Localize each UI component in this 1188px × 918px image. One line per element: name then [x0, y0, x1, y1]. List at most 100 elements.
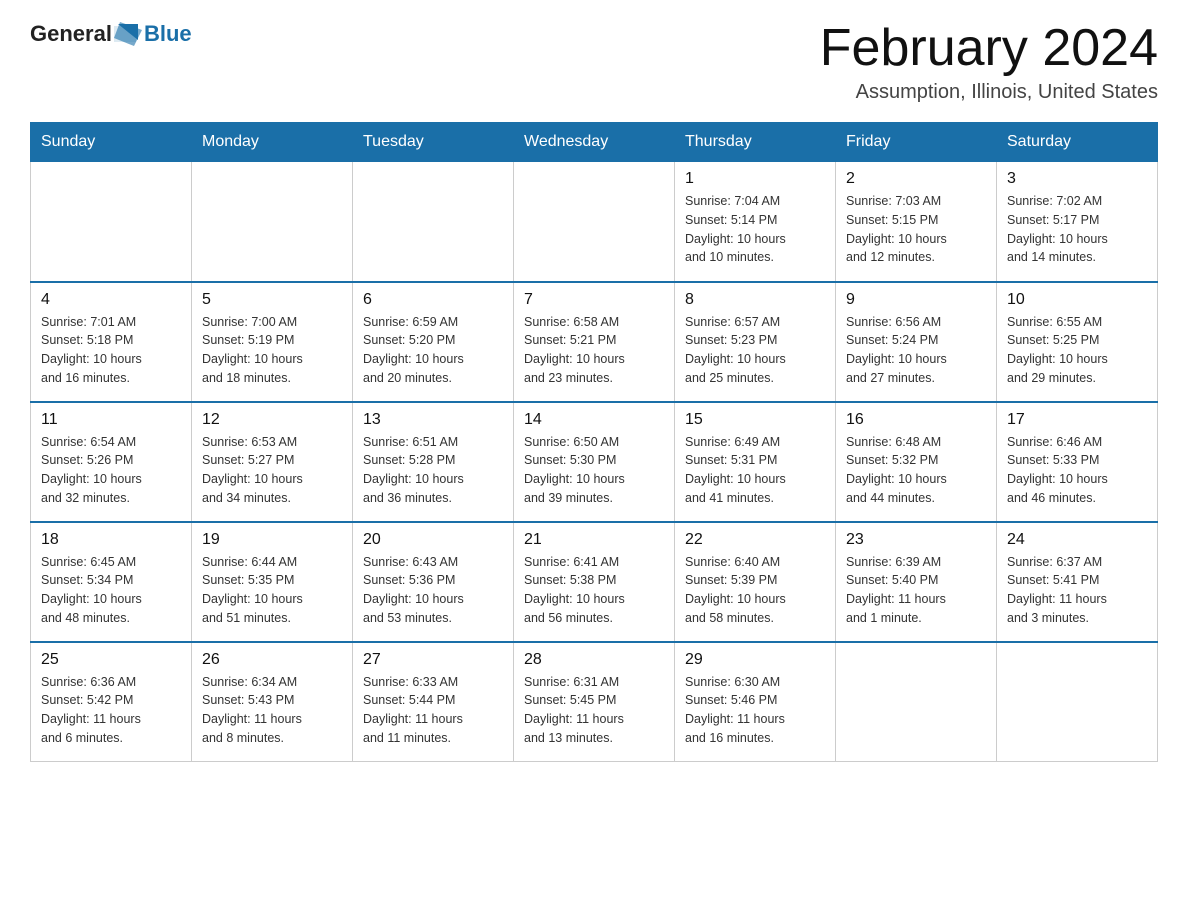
day-number: 16: [846, 411, 986, 429]
day-number: 25: [41, 651, 181, 669]
day-number: 22: [685, 531, 825, 549]
table-row: 24 Sunrise: 6:37 AMSunset: 5:41 PMDayligh…: [997, 522, 1158, 642]
table-row: [514, 162, 675, 282]
day-number: 27: [363, 651, 503, 669]
day-number: 19: [202, 531, 342, 549]
calendar-week-row: 4Sunrise: 7:01 AMSunset: 5:18 PMDaylight…: [31, 282, 1158, 402]
table-row: 22 Sunrise: 6:40 AMSunset: 5:39 PMDayligh…: [675, 522, 836, 642]
day-info: Sunrise: 6:30 AMSunset: 5:46 PMDaylight:…: [685, 673, 825, 748]
day-number: 4: [41, 291, 181, 309]
day-number: 17: [1007, 411, 1147, 429]
table-row: 21Sunrise: 6:41 AMSunset: 5:38 PMDayligh…: [514, 522, 675, 642]
table-row: [997, 642, 1158, 762]
day-info: Sunrise: 6:37 AMSunset: 5:41 PMDaylight:…: [1007, 553, 1147, 628]
table-row: [353, 162, 514, 282]
calendar-week-row: 11 Sunrise: 6:54 AMSunset: 5:26 PMDayligh…: [31, 402, 1158, 522]
table-row: 2 Sunrise: 7:03 AMSunset: 5:15 PMDaylight…: [836, 162, 997, 282]
table-row: 6 Sunrise: 6:59 AMSunset: 5:20 PMDaylight…: [353, 282, 514, 402]
table-row: 7 Sunrise: 6:58 AMSunset: 5:21 PMDaylight…: [514, 282, 675, 402]
day-info: Sunrise: 6:58 AMSunset: 5:21 PMDaylight:…: [524, 313, 664, 388]
table-row: [192, 162, 353, 282]
table-row: 28 Sunrise: 6:31 AMSunset: 5:45 PMDayligh…: [514, 642, 675, 762]
day-info: Sunrise: 6:40 AMSunset: 5:39 PMDaylight:…: [685, 553, 825, 628]
day-number: 20: [363, 531, 503, 549]
day-info: Sunrise: 6:41 AMSunset: 5:38 PMDaylight:…: [524, 553, 664, 628]
logo-icon: [114, 20, 142, 48]
day-number: 9: [846, 291, 986, 309]
table-row: 14 Sunrise: 6:50 AMSunset: 5:30 PMDayligh…: [514, 402, 675, 522]
day-number: 7: [524, 291, 664, 309]
day-info: Sunrise: 6:59 AMSunset: 5:20 PMDaylight:…: [363, 313, 503, 388]
table-row: 16 Sunrise: 6:48 AMSunset: 5:32 PMDayligh…: [836, 402, 997, 522]
day-number: 23: [846, 531, 986, 549]
page-header: General Blue February 2024 Assumption, I…: [30, 20, 1158, 104]
day-info: Sunrise: 6:31 AMSunset: 5:45 PMDaylight:…: [524, 673, 664, 748]
day-info: Sunrise: 6:54 AMSunset: 5:26 PMDaylight:…: [41, 433, 181, 508]
calendar-week-row: 25 Sunrise: 6:36 AMSunset: 5:42 PMDayligh…: [31, 642, 1158, 762]
table-row: 17 Sunrise: 6:46 AMSunset: 5:33 PMDayligh…: [997, 402, 1158, 522]
day-number: 29: [685, 651, 825, 669]
day-info: Sunrise: 6:33 AMSunset: 5:44 PMDaylight:…: [363, 673, 503, 748]
day-number: 6: [363, 291, 503, 309]
table-row: 29 Sunrise: 6:30 AMSunset: 5:46 PMDayligh…: [675, 642, 836, 762]
table-row: 23 Sunrise: 6:39 AMSunset: 5:40 PMDayligh…: [836, 522, 997, 642]
day-info: Sunrise: 6:39 AMSunset: 5:40 PMDaylight:…: [846, 553, 986, 628]
day-info: Sunrise: 7:03 AMSunset: 5:15 PMDaylight:…: [846, 192, 986, 267]
table-row: 4Sunrise: 7:01 AMSunset: 5:18 PMDaylight…: [31, 282, 192, 402]
table-row: 9 Sunrise: 6:56 AMSunset: 5:24 PMDaylight…: [836, 282, 997, 402]
day-number: 15: [685, 411, 825, 429]
col-thursday: Thursday: [675, 123, 836, 162]
day-info: Sunrise: 6:48 AMSunset: 5:32 PMDaylight:…: [846, 433, 986, 508]
day-number: 10: [1007, 291, 1147, 309]
day-info: Sunrise: 7:00 AMSunset: 5:19 PMDaylight:…: [202, 313, 342, 388]
day-info: Sunrise: 6:36 AMSunset: 5:42 PMDaylight:…: [41, 673, 181, 748]
col-friday: Friday: [836, 123, 997, 162]
day-info: Sunrise: 6:45 AMSunset: 5:34 PMDaylight:…: [41, 553, 181, 628]
table-row: 19 Sunrise: 6:44 AMSunset: 5:35 PMDayligh…: [192, 522, 353, 642]
day-number: 1: [685, 170, 825, 188]
day-number: 18: [41, 531, 181, 549]
col-monday: Monday: [192, 123, 353, 162]
col-sunday: Sunday: [31, 123, 192, 162]
day-number: 11: [41, 411, 181, 429]
col-saturday: Saturday: [997, 123, 1158, 162]
day-info: Sunrise: 7:02 AMSunset: 5:17 PMDaylight:…: [1007, 192, 1147, 267]
table-row: 8 Sunrise: 6:57 AMSunset: 5:23 PMDaylight…: [675, 282, 836, 402]
calendar-week-row: 1 Sunrise: 7:04 AMSunset: 5:14 PMDaylight…: [31, 162, 1158, 282]
col-tuesday: Tuesday: [353, 123, 514, 162]
day-number: 14: [524, 411, 664, 429]
day-info: Sunrise: 6:44 AMSunset: 5:35 PMDaylight:…: [202, 553, 342, 628]
logo-text-general: General: [30, 21, 112, 47]
day-info: Sunrise: 6:51 AMSunset: 5:28 PMDaylight:…: [363, 433, 503, 508]
day-info: Sunrise: 6:46 AMSunset: 5:33 PMDaylight:…: [1007, 433, 1147, 508]
table-row: 3Sunrise: 7:02 AMSunset: 5:17 PMDaylight…: [997, 162, 1158, 282]
table-row: [836, 642, 997, 762]
day-number: 28: [524, 651, 664, 669]
day-info: Sunrise: 7:04 AMSunset: 5:14 PMDaylight:…: [685, 192, 825, 267]
logo-text-blue: Blue: [144, 21, 192, 47]
day-info: Sunrise: 6:53 AMSunset: 5:27 PMDaylight:…: [202, 433, 342, 508]
table-row: 15 Sunrise: 6:49 AMSunset: 5:31 PMDayligh…: [675, 402, 836, 522]
table-row: 20 Sunrise: 6:43 AMSunset: 5:36 PMDayligh…: [353, 522, 514, 642]
month-title: February 2024: [820, 20, 1158, 77]
day-info: Sunrise: 6:56 AMSunset: 5:24 PMDaylight:…: [846, 313, 986, 388]
calendar-header-row: Sunday Monday Tuesday Wednesday Thursday…: [31, 123, 1158, 162]
day-number: 24: [1007, 531, 1147, 549]
calendar-week-row: 18 Sunrise: 6:45 AMSunset: 5:34 PMDayligh…: [31, 522, 1158, 642]
table-row: 26 Sunrise: 6:34 AMSunset: 5:43 PMDayligh…: [192, 642, 353, 762]
day-number: 26: [202, 651, 342, 669]
day-number: 8: [685, 291, 825, 309]
day-info: Sunrise: 6:34 AMSunset: 5:43 PMDaylight:…: [202, 673, 342, 748]
day-info: Sunrise: 6:57 AMSunset: 5:23 PMDaylight:…: [685, 313, 825, 388]
day-info: Sunrise: 6:43 AMSunset: 5:36 PMDaylight:…: [363, 553, 503, 628]
day-info: Sunrise: 6:50 AMSunset: 5:30 PMDaylight:…: [524, 433, 664, 508]
day-number: 5: [202, 291, 342, 309]
day-number: 12: [202, 411, 342, 429]
logo: General Blue: [30, 20, 192, 48]
table-row: 18 Sunrise: 6:45 AMSunset: 5:34 PMDayligh…: [31, 522, 192, 642]
day-info: Sunrise: 6:49 AMSunset: 5:31 PMDaylight:…: [685, 433, 825, 508]
location-subtitle: Assumption, Illinois, United States: [820, 81, 1158, 104]
table-row: 12 Sunrise: 6:53 AMSunset: 5:27 PMDayligh…: [192, 402, 353, 522]
day-number: 2: [846, 170, 986, 188]
table-row: [31, 162, 192, 282]
